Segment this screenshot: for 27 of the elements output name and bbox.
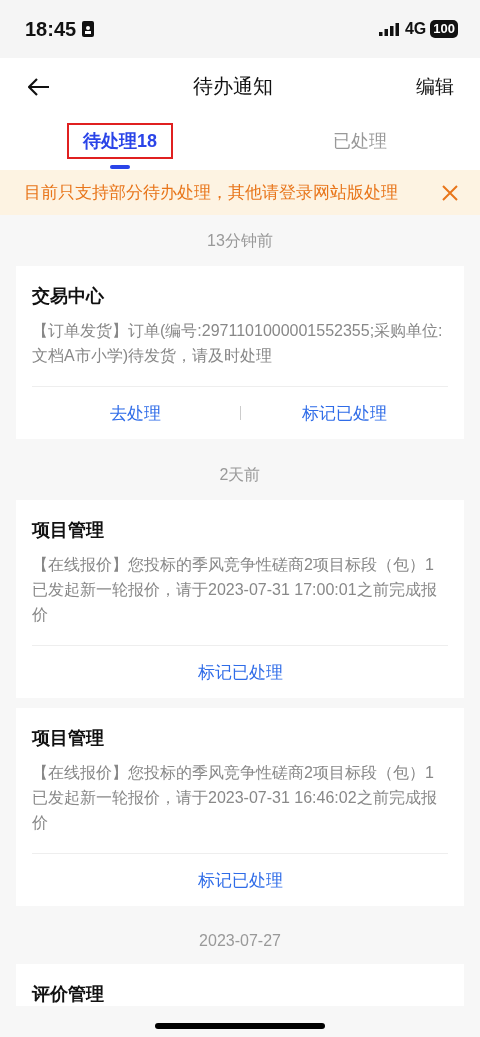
badge-icon xyxy=(82,21,95,37)
group-time: 2天前 xyxy=(218,465,262,485)
close-icon[interactable] xyxy=(442,184,458,201)
page-title: 待办通知 xyxy=(192,74,274,99)
action-link[interactable]: 标记已处理 xyxy=(32,867,448,893)
tab-indicator xyxy=(110,164,130,169)
card-title: 项目管理 xyxy=(32,727,105,750)
tab[interactable]: 已处理 xyxy=(317,122,403,159)
card-message: 【订单发货】订单(编号:2971101000001552355;采购单位:文档A市小学)待发货，请及时处理 xyxy=(32,321,444,366)
notice-text: 目前只支持部分待办处理，其他请登录网站版处理 xyxy=(24,182,399,204)
battery-level: 100 xyxy=(430,20,458,38)
status-time: 18:45 xyxy=(25,17,77,41)
group-time: 2023-07-27 xyxy=(198,931,282,951)
card-message: 【在线报价】您投标的季风竞争性磋商2项目标段（包）1已发起新一轮报价，请于2023-07-31 16:46:02之前完成报价 xyxy=(32,763,438,833)
card-title: 交易中心 xyxy=(32,285,105,308)
action-link[interactable]: 标记已处理 xyxy=(32,659,448,685)
network-label: 4G xyxy=(404,20,427,38)
back-icon[interactable] xyxy=(28,77,50,96)
action-link[interactable]: 去处理 xyxy=(32,400,240,426)
action-link[interactable]: 标记已处理 xyxy=(240,400,448,426)
card-title: 评价管理 xyxy=(32,983,105,1006)
card-message: 【在线报价】您投标的季风竞争性磋商2项目标段（包）1已发起新一轮报价，请于2023-07-31 17:00:01之前完成报价 xyxy=(32,555,438,625)
tab[interactable]: 待处理18 xyxy=(67,122,173,159)
signal-icon xyxy=(378,22,399,36)
group-time: 13分钟前 xyxy=(206,231,274,251)
edit-link[interactable]: 编辑 xyxy=(416,73,454,100)
card-title: 项目管理 xyxy=(32,519,105,542)
